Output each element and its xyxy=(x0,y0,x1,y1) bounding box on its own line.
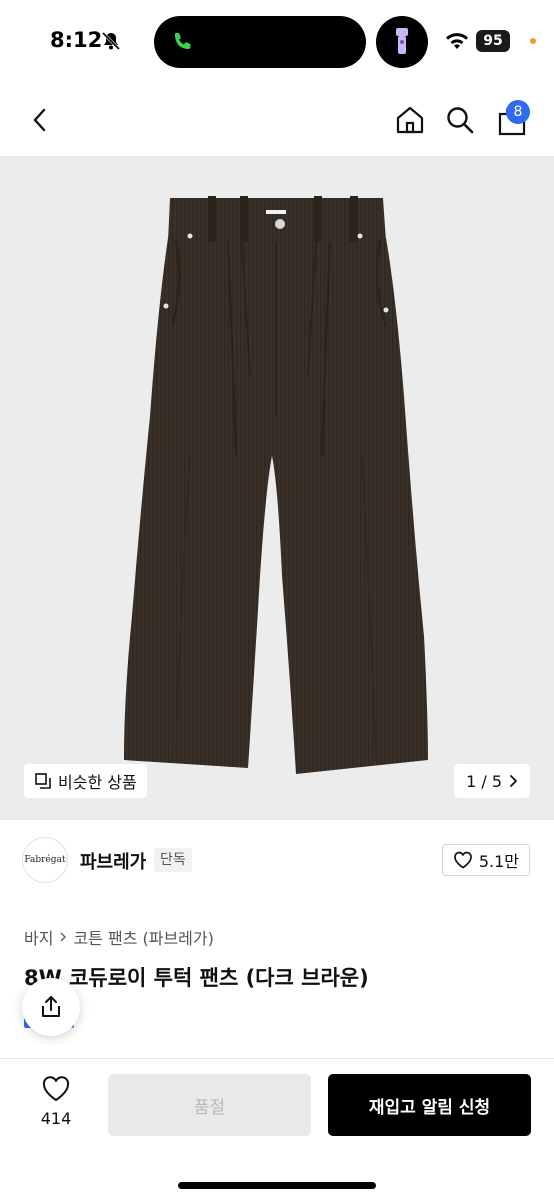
wishlist-button[interactable]: 414 xyxy=(26,1075,86,1128)
chevron-right-icon xyxy=(60,932,67,942)
back-chevron-icon xyxy=(33,108,46,132)
top-nav xyxy=(0,84,554,156)
wishlist-count: 414 xyxy=(40,1109,72,1128)
page-indicator-label: 1 / 5 xyxy=(466,771,502,791)
home-icon xyxy=(396,106,424,134)
status-bar: 8:12 95 xyxy=(0,0,554,84)
cart-count-badge: 8 xyxy=(506,100,530,124)
chevron-right-icon xyxy=(510,775,517,787)
similar-items-icon xyxy=(35,773,51,789)
product-image xyxy=(124,196,428,774)
share-icon xyxy=(42,996,60,1017)
battery-dot xyxy=(530,38,536,44)
brand-like-button[interactable]: 5.1만 xyxy=(441,844,530,876)
bottom-action-bar: 414 품절 재입고 알림 신청 xyxy=(0,1058,554,1200)
search-icon xyxy=(447,107,474,134)
breadcrumb-item[interactable]: 바지 xyxy=(24,925,53,949)
restock-alert-button[interactable]: 재입고 알림 신청 xyxy=(328,1074,531,1136)
brand-name[interactable]: 파브레가 xyxy=(80,848,146,874)
breadcrumb-item[interactable]: 코튼 팬츠 (파브레가) xyxy=(73,925,213,949)
heart-icon xyxy=(453,851,472,869)
bell-slash-icon xyxy=(101,31,121,51)
back-button[interactable] xyxy=(20,100,60,140)
product-image-carousel[interactable]: 비슷한 상품 1 / 5 xyxy=(0,156,554,820)
flashlight-indicator[interactable] xyxy=(376,16,428,68)
home-indicator[interactable] xyxy=(178,1182,376,1189)
similar-products-button[interactable]: 비슷한 상품 xyxy=(24,764,147,798)
share-button[interactable] xyxy=(22,978,80,1036)
brand-logo[interactable]: Fabrégat xyxy=(22,837,68,883)
brand-row: Fabrégat 파브레가 단독 5.1만 xyxy=(0,820,554,900)
heart-icon xyxy=(42,1076,70,1101)
soldout-button[interactable]: 품절 xyxy=(108,1074,311,1136)
similar-products-label: 비슷한 상품 xyxy=(58,773,137,792)
search-button[interactable] xyxy=(440,100,480,140)
wifi-icon xyxy=(446,33,468,49)
home-button[interactable] xyxy=(390,100,430,140)
product-title: 8W 코듀로이 투턱 팬츠 (다크 브라운) xyxy=(24,966,369,990)
exclusive-badge: 단독 xyxy=(154,848,192,872)
status-time: 8:12 xyxy=(50,28,103,52)
breadcrumb: 바지 코튼 팬츠 (파브레가) xyxy=(24,925,214,949)
flashlight-icon xyxy=(396,28,408,54)
battery-level: 95 xyxy=(476,30,510,52)
brand-like-count: 5.1만 xyxy=(478,852,519,871)
phone-icon xyxy=(175,33,191,49)
image-page-indicator[interactable]: 1 / 5 xyxy=(454,764,530,798)
dynamic-island[interactable] xyxy=(154,16,366,68)
